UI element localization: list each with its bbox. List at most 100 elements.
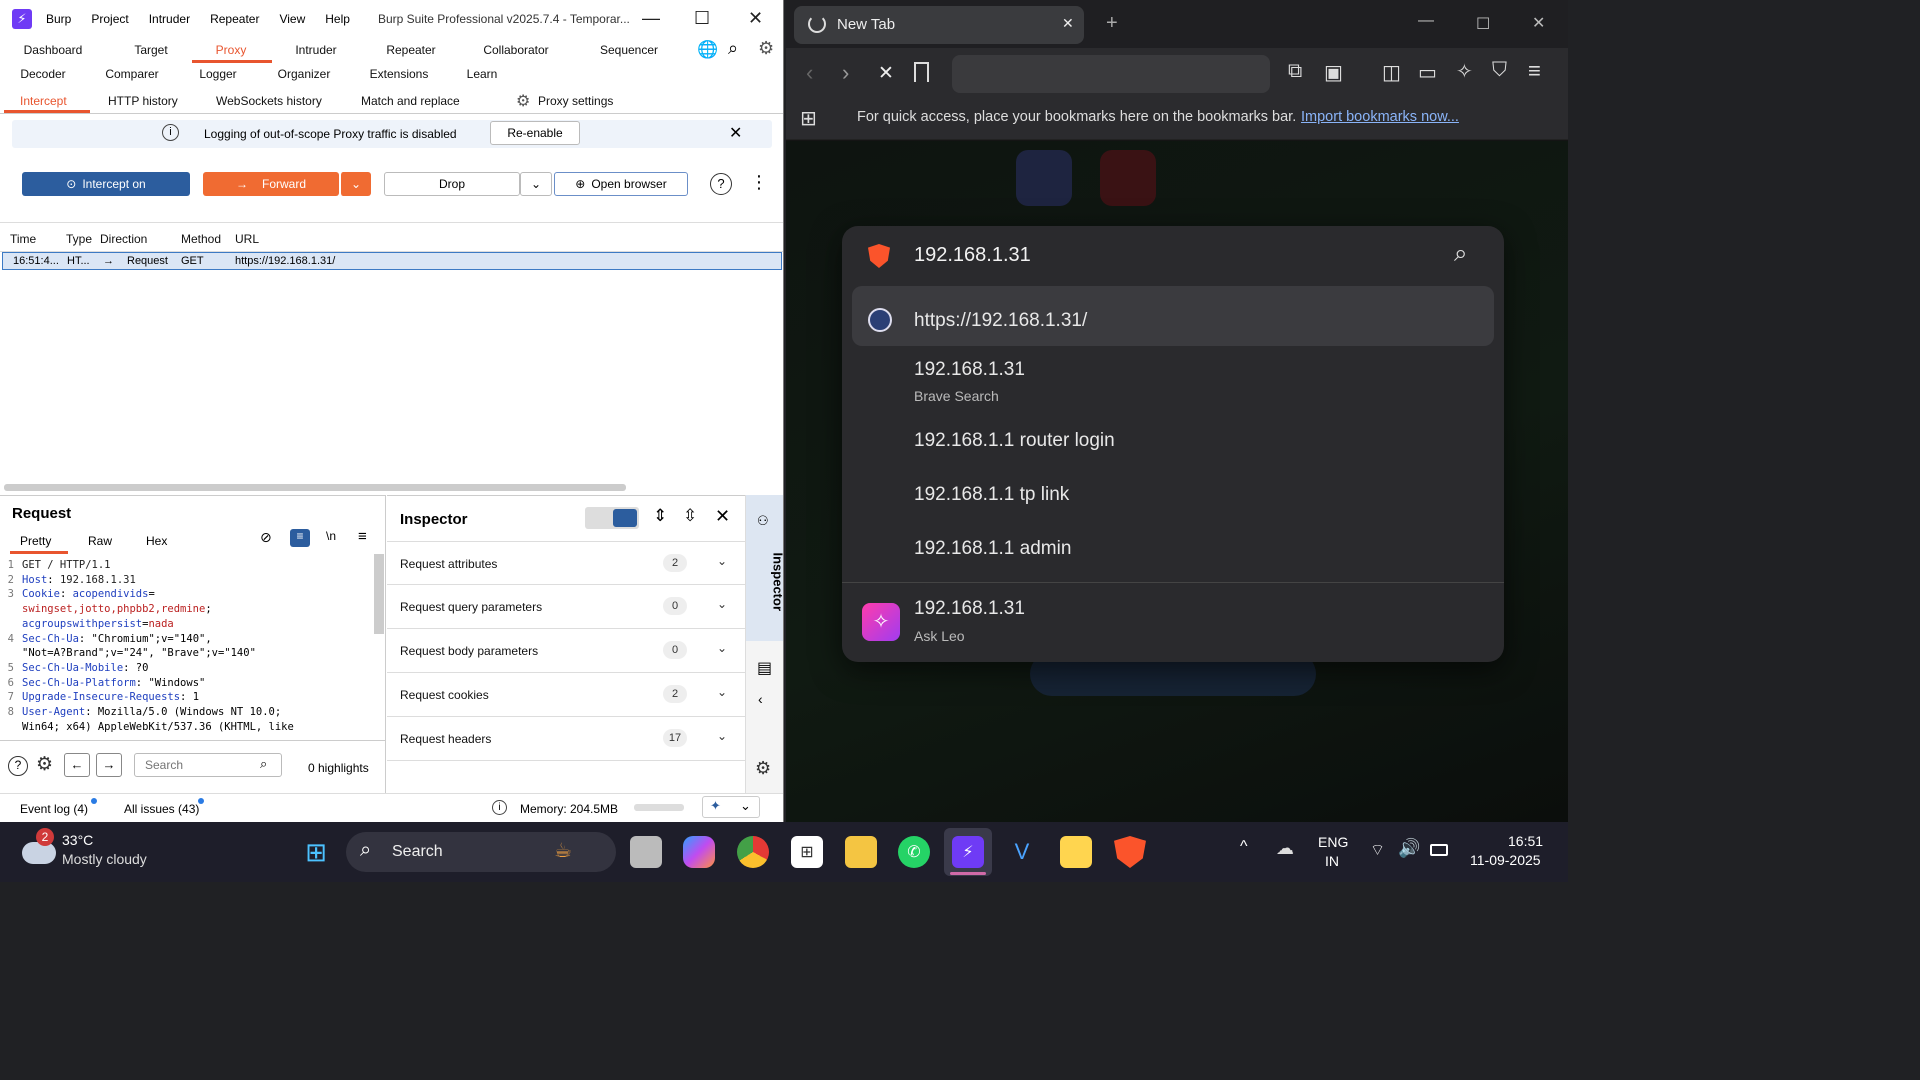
wifi-icon[interactable]: ⌔ bbox=[1370, 840, 1385, 860]
req-settings-gear-icon[interactable]: ⚙ bbox=[36, 753, 53, 776]
file-explorer-icon[interactable] bbox=[845, 836, 877, 868]
maximize-icon[interactable]: ☐ bbox=[694, 8, 710, 29]
subtab-proxy-settings[interactable]: Proxy settings bbox=[538, 94, 613, 108]
omnibox-search-icon[interactable]: ⌕ bbox=[1454, 240, 1467, 268]
inspector-row-headers[interactable]: Request headers 17 ⌄ bbox=[387, 717, 745, 761]
menu-intruder[interactable]: Intruder bbox=[149, 12, 190, 26]
suggestion-router-login[interactable]: 192.168.1.1 router login bbox=[914, 430, 1115, 452]
open-browser-button[interactable]: ⊕ Open browser bbox=[554, 172, 688, 196]
collapse-all-icon[interactable]: ⇳ bbox=[683, 506, 697, 526]
help-icon[interactable]: ? bbox=[710, 173, 732, 195]
brave-maximize-icon[interactable]: ☐ bbox=[1476, 14, 1490, 34]
suggestion-admin[interactable]: 192.168.1.1 admin bbox=[914, 538, 1071, 560]
layout-toggle-selected[interactable] bbox=[613, 509, 637, 527]
forward-dropdown-chevron-icon[interactable]: ⌄ bbox=[340, 172, 371, 196]
forward-button[interactable]: → Forward bbox=[203, 172, 339, 196]
tab-close-icon[interactable]: ✕ bbox=[1062, 15, 1074, 32]
tab-collaborator[interactable]: Collaborator bbox=[471, 43, 561, 57]
tray-chevron-up-icon[interactable]: ^ bbox=[1240, 838, 1248, 856]
subtab-match-replace[interactable]: Match and replace bbox=[361, 94, 460, 108]
battery-icon[interactable] bbox=[1430, 844, 1448, 856]
tab-target[interactable]: Target bbox=[106, 43, 196, 57]
suggestion-ask-leo[interactable]: 192.168.1.31 bbox=[914, 598, 1025, 620]
tab-decoder[interactable]: Decoder bbox=[0, 67, 88, 81]
minimize-icon[interactable]: — bbox=[642, 8, 660, 29]
col-method[interactable]: Method bbox=[181, 232, 221, 246]
brave-taskbar-icon[interactable] bbox=[1114, 836, 1146, 868]
drop-button[interactable]: Drop bbox=[384, 172, 520, 196]
burp-taskbar-icon[interactable]: ⚡ bbox=[952, 836, 984, 868]
tab-sequencer[interactable]: Sequencer bbox=[584, 43, 674, 57]
suggestion-brave-search[interactable]: 192.168.1.31 bbox=[914, 359, 1025, 381]
wallet-icon[interactable]: ▭ bbox=[1418, 60, 1437, 85]
drop-dropdown-chevron-icon[interactable]: ⌄ bbox=[520, 172, 552, 196]
prev-arrow-icon[interactable]: ← bbox=[64, 753, 90, 777]
cloud-weather-icon[interactable] bbox=[22, 842, 56, 864]
whatsapp-icon[interactable]: ✆ bbox=[898, 836, 930, 868]
weather-temp[interactable]: 33°C bbox=[62, 832, 93, 848]
subtab-http-history[interactable]: HTTP history bbox=[108, 94, 178, 108]
horizontal-scrollbar[interactable] bbox=[4, 484, 626, 491]
col-type[interactable]: Type bbox=[66, 232, 92, 246]
suggestion-tp-link[interactable]: 192.168.1.1 tp link bbox=[914, 484, 1069, 506]
tab-organizer[interactable]: Organizer bbox=[259, 67, 349, 81]
inspector-row-body-params[interactable]: Request body parameters 0 ⌄ bbox=[387, 629, 745, 673]
newline-icon[interactable]: \n bbox=[326, 529, 336, 543]
address-bar[interactable] bbox=[952, 55, 1270, 93]
brave-close-icon[interactable]: ✕ bbox=[1532, 13, 1545, 33]
menu-help[interactable]: Help bbox=[325, 12, 350, 26]
menu-repeater[interactable]: Repeater bbox=[210, 12, 259, 26]
back-icon[interactable]: ‹ bbox=[806, 60, 813, 86]
sidebar-icon[interactable]: ◫ bbox=[1382, 60, 1401, 85]
subtab-websockets-history[interactable]: WebSockets history bbox=[216, 94, 322, 108]
taskbar-search-box[interactable]: ⌕ Search ☕ bbox=[346, 832, 616, 872]
brave-minimize-icon[interactable]: — bbox=[1418, 12, 1434, 30]
app-folder-icon[interactable] bbox=[1060, 836, 1092, 868]
weather-desc[interactable]: Mostly cloudy bbox=[62, 851, 147, 867]
suggestion-url[interactable]: https://192.168.1.31/ bbox=[914, 310, 1087, 332]
inspector-row-query-params[interactable]: Request query parameters 0 ⌄ bbox=[387, 585, 745, 629]
chevron-left-icon[interactable]: ‹ bbox=[758, 691, 763, 707]
request-body-code[interactable]: 1 GET / HTTP/1.1 2 Host: 192.168.1.31 3 Coo… bbox=[4, 558, 380, 738]
menu-project[interactable]: Project bbox=[91, 12, 128, 26]
copilot-icon[interactable] bbox=[683, 836, 715, 868]
col-url[interactable]: URL bbox=[235, 232, 259, 246]
side-settings-gear-icon[interactable]: ⚙ bbox=[755, 758, 771, 779]
extensions-icon[interactable]: ⧉ bbox=[1288, 60, 1302, 83]
menu-icon[interactable]: ≡ bbox=[358, 528, 367, 545]
code-scrollbar[interactable] bbox=[374, 554, 384, 634]
tab-repeater[interactable]: Repeater bbox=[366, 43, 456, 57]
leo-sparkle-icon[interactable]: ✧ bbox=[1456, 59, 1473, 84]
tab-logger[interactable]: Logger bbox=[173, 67, 263, 81]
tab-dashboard[interactable]: Dashboard bbox=[8, 43, 98, 57]
banner-close-icon[interactable]: ✕ bbox=[729, 123, 742, 143]
menu-view[interactable]: View bbox=[279, 12, 305, 26]
store-icon[interactable]: ⊞ bbox=[791, 836, 823, 868]
tab-comparer[interactable]: Comparer bbox=[87, 67, 177, 81]
volume-icon[interactable]: 🔊 bbox=[1398, 838, 1420, 859]
import-bookmarks-link[interactable]: Import bookmarks now... bbox=[1301, 109, 1459, 125]
tab-new-tab[interactable]: New Tab ✕ bbox=[794, 6, 1084, 44]
hamburger-menu-icon[interactable]: ≡ bbox=[1528, 58, 1541, 84]
forward-icon[interactable]: › bbox=[842, 60, 849, 86]
req-tab-raw[interactable]: Raw bbox=[88, 534, 112, 548]
reenable-button[interactable]: Re-enable bbox=[490, 121, 580, 145]
table-row[interactable]: 16:51:4... HT... → Request GET https://1… bbox=[2, 252, 782, 270]
tab-learn[interactable]: Learn bbox=[437, 67, 527, 81]
search-icon[interactable]: ⌕ bbox=[728, 38, 738, 59]
col-direction[interactable]: Direction bbox=[100, 232, 147, 246]
page-search-icon[interactable]: ▣ bbox=[1324, 60, 1343, 85]
req-tab-pretty[interactable]: Pretty bbox=[20, 534, 51, 548]
menu-burp[interactable]: Burp bbox=[46, 12, 71, 26]
bookmark-icon[interactable] bbox=[914, 62, 929, 82]
proxy-settings-gear-icon[interactable]: ⚙ bbox=[516, 91, 530, 111]
vs-code-icon[interactable]: V bbox=[1006, 836, 1038, 868]
req-help-icon[interactable]: ? bbox=[8, 756, 28, 776]
col-time[interactable]: Time bbox=[10, 232, 36, 246]
inspector-side-tab[interactable]: ⚇ Inspector bbox=[746, 495, 783, 641]
gear-icon[interactable]: ⚙ bbox=[758, 38, 774, 59]
next-arrow-icon[interactable]: → bbox=[96, 753, 122, 777]
clock-time[interactable]: 16:51 bbox=[1508, 833, 1543, 849]
apps-grid-icon[interactable]: ⊞ bbox=[800, 106, 817, 131]
vpn-shield-icon[interactable]: ⛉ bbox=[1492, 59, 1507, 82]
